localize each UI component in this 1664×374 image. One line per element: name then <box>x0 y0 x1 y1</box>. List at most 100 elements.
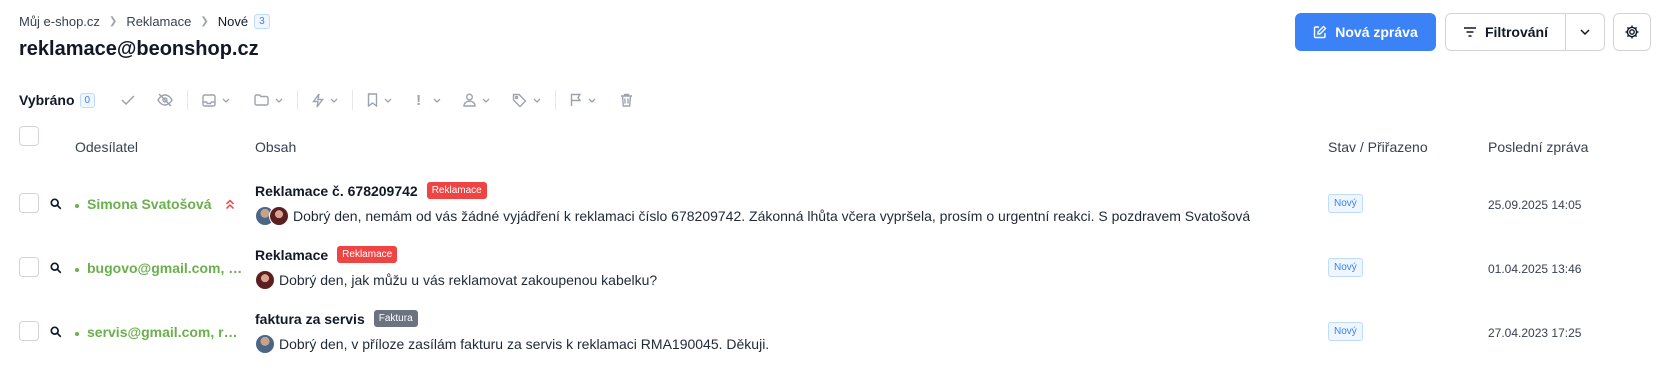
preview-text: Dobrý den, jak můžu u vás reklamovat zak… <box>279 272 658 288</box>
table-row[interactable]: Simona Svatošová Reklamace č. 678209742 … <box>0 174 1664 238</box>
last-message-date: 01.04.2025 13:46 <box>1488 262 1582 276</box>
breadcrumb-item-nove: Nové <box>217 14 249 29</box>
chevron-right-icon: ❯ <box>200 16 209 27</box>
delete-button[interactable] <box>620 93 633 107</box>
unread-dot <box>75 268 79 272</box>
avatar-group <box>255 270 275 290</box>
subject-text: faktura za servis <box>255 310 365 327</box>
count-badge: 3 <box>254 14 270 29</box>
unread-dot <box>75 332 79 336</box>
automation-button[interactable] <box>312 93 338 108</box>
exclamation-icon: ! <box>416 91 422 109</box>
bulk-actions-toolbar: Vybráno 0 ! <box>19 86 633 114</box>
last-message-date: 27.04.2023 17:25 <box>1488 326 1582 340</box>
high-priority-icon <box>225 199 235 210</box>
search-icon[interactable] <box>50 198 62 210</box>
bookmark-button[interactable] <box>367 93 392 107</box>
table-header: Odesílatel Obsah Stav / Přiřazeno Posled… <box>0 120 1664 174</box>
breadcrumb-item-shop[interactable]: Můj e-shop.cz <box>19 14 100 29</box>
move-folder-button[interactable] <box>254 94 283 106</box>
table-row[interactable]: bugovo@gmail.com, … Reklamace Reklamace … <box>0 238 1664 302</box>
sender-name: servis@gmail.com, r… <box>87 324 238 340</box>
tag-badge: Faktura <box>373 310 418 327</box>
filter-control: Filtrování <box>1445 13 1605 51</box>
status-badge: Nový <box>1328 258 1363 277</box>
flag-button[interactable] <box>570 93 596 107</box>
preview-text: Dobrý den, nemám od vás žádné vyjádření … <box>293 208 1251 224</box>
column-header-last-message[interactable]: Poslední zpráva <box>1488 139 1588 155</box>
filter-button[interactable]: Filtrování <box>1446 14 1566 50</box>
message-subject: faktura za servis Faktura <box>255 310 418 327</box>
hide-button[interactable] <box>157 93 173 107</box>
chevron-down-icon <box>1580 29 1590 35</box>
filter-label: Filtrování <box>1484 24 1548 40</box>
subject-text: Reklamace <box>255 246 329 263</box>
priority-button[interactable]: ! <box>416 92 441 109</box>
tag-badge: Reklamace <box>426 182 487 199</box>
chevron-down-icon <box>384 98 392 103</box>
eye-off-icon <box>157 93 173 107</box>
message-preview: Dobrý den, jak můžu u vás reklamovat zak… <box>255 270 657 290</box>
chevron-down-icon <box>533 98 541 103</box>
breadcrumb: Můj e-shop.cz ❯ Reklamace ❯ Nové 3 <box>19 14 270 29</box>
chevron-right-icon: ❯ <box>108 16 118 27</box>
chevron-down-icon <box>275 98 283 103</box>
bookmark-icon <box>367 93 378 107</box>
message-subject: Reklamace Reklamace <box>255 246 398 263</box>
avatar-group <box>255 206 289 226</box>
row-checkbox[interactable] <box>19 193 39 213</box>
lightning-icon <box>312 93 324 107</box>
filter-icon <box>1463 27 1476 37</box>
selected-label: Vybráno <box>19 92 75 108</box>
message-subject: Reklamace č. 678209742 Reklamace <box>255 182 487 199</box>
chevron-down-icon <box>588 98 596 103</box>
search-icon[interactable] <box>50 326 62 338</box>
message-preview: Dobrý den, v příloze zasílám fakturu za … <box>255 334 769 354</box>
new-message-label: Nová zpráva <box>1335 24 1418 40</box>
settings-button[interactable] <box>1613 13 1651 51</box>
status-badge: Nový <box>1328 322 1363 341</box>
search-icon[interactable] <box>50 262 62 274</box>
column-header-sender[interactable]: Odesílatel <box>75 139 138 155</box>
avatar <box>269 206 289 226</box>
message-preview: Dobrý den, nemám od vás žádné vyjádření … <box>255 206 1250 226</box>
row-checkbox[interactable] <box>19 257 39 277</box>
toolbar-divider <box>555 90 557 110</box>
avatar <box>255 334 275 354</box>
new-message-button[interactable]: Nová zpráva <box>1295 13 1436 51</box>
sender-name: bugovo@gmail.com, … <box>87 260 243 276</box>
column-header-state[interactable]: Stav / Přiřazeno <box>1328 139 1428 155</box>
sender-name: Simona Svatošová <box>87 196 212 212</box>
avatar <box>255 270 275 290</box>
last-message-date: 25.09.2025 14:05 <box>1488 198 1582 212</box>
select-all-checkbox[interactable] <box>19 126 39 146</box>
column-header-content[interactable]: Obsah <box>255 139 296 155</box>
filter-dropdown-button[interactable] <box>1566 14 1604 50</box>
chevron-down-icon <box>330 98 338 103</box>
toolbar-divider <box>187 90 189 110</box>
inbox-menu-button[interactable] <box>202 93 230 107</box>
avatar-group <box>255 334 275 354</box>
edit-icon <box>1314 25 1327 39</box>
check-icon <box>121 95 135 105</box>
user-icon <box>463 93 476 107</box>
gear-icon <box>1625 25 1639 39</box>
toolbar-divider <box>352 90 354 110</box>
assign-user-button[interactable] <box>463 93 490 107</box>
table-row[interactable]: servis@gmail.com, r… faktura za servis F… <box>0 302 1664 366</box>
chevron-down-icon <box>433 98 441 103</box>
chevron-down-icon <box>222 98 230 103</box>
folder-icon <box>254 94 269 106</box>
toolbar-divider <box>297 90 299 110</box>
message-list: Simona Svatošová Reklamace č. 678209742 … <box>0 174 1664 366</box>
label-button[interactable] <box>512 93 541 108</box>
mark-read-button[interactable] <box>121 95 135 105</box>
unread-dot <box>75 204 79 208</box>
flag-icon <box>570 93 582 106</box>
breadcrumb-item-reklamace[interactable]: Reklamace <box>126 14 191 29</box>
row-checkbox[interactable] <box>19 321 39 341</box>
selected-count-badge: 0 <box>79 92 96 108</box>
chevron-down-icon <box>482 98 490 103</box>
trash-icon <box>621 93 633 107</box>
page-title: reklamace@beonshop.cz <box>19 38 259 60</box>
